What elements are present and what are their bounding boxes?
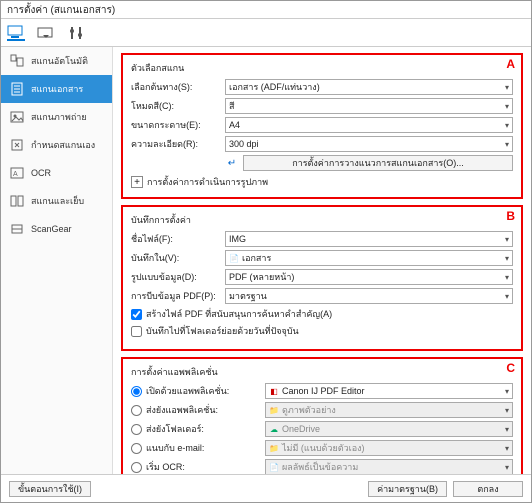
- tab-scan-from-panel-icon[interactable]: [37, 25, 55, 41]
- instructions-button[interactable]: ขั้นตอนการใช้(I): [9, 481, 91, 497]
- photo-icon: [9, 109, 25, 125]
- sidebar-label: ScanGear: [31, 224, 72, 234]
- onedrive-icon: ☁: [269, 424, 279, 434]
- data-format-select[interactable]: PDF (หลายหน้า)▾: [225, 269, 513, 285]
- open-with-label: เปิดด้วยแอพพลิเคชั่น:: [146, 384, 229, 398]
- format-label: รูปแบบข้อมูล(D):: [131, 270, 221, 284]
- panel-scan-options: A ตัวเลือกสแกน เลือกต้นทาง(S): เอกสาร (A…: [121, 53, 523, 199]
- expand-label: การตั้งค่าการดำเนินการรูปภาพ: [147, 175, 268, 189]
- tab-general-settings-icon[interactable]: [67, 25, 85, 41]
- orientation-settings-button[interactable]: การตั้งค่าการวางแนวการสแกนเอกสาร(O)...: [243, 155, 513, 171]
- size-label: ขนาดกระดาษ(E):: [131, 118, 221, 132]
- pdf-compression-select[interactable]: มาตรฐาน▾: [225, 288, 513, 304]
- orientation-icon: ↵: [225, 158, 239, 169]
- save-subfolder-label: บันทึกไปที่โฟลเดอร์ย่อยด้วยวันที่ปัจจุบั…: [146, 324, 299, 338]
- pdfcomp-label: การบีบข้อมูล PDF(P):: [131, 289, 221, 303]
- searchable-pdf-checkbox[interactable]: [131, 309, 142, 320]
- panel-b-title: บันทึกการตั้งค่า: [131, 213, 513, 227]
- send-to-app-select: 📁ดูภาพตัวอย่าง▾: [265, 402, 513, 418]
- text-icon: 📄: [269, 462, 279, 472]
- document-icon: [9, 81, 25, 97]
- sidebar-item-scangear[interactable]: ScanGear: [1, 215, 112, 243]
- scangear-icon: [9, 221, 25, 237]
- savein-select[interactable]: 📄เอกสาร▾: [225, 250, 513, 266]
- tab-scan-from-pc-icon[interactable]: [7, 25, 25, 41]
- send-to-app-label: ส่งยังแอพพลิเคชั่น:: [146, 403, 218, 417]
- auto-icon: [9, 53, 25, 69]
- ok-button[interactable]: ตกลง: [453, 481, 523, 497]
- savein-label: บันทึกใน(V):: [131, 251, 221, 265]
- filename-combo[interactable]: IMG▾: [225, 231, 513, 247]
- sidebar-item-photo[interactable]: สแกนภาพถ่าย: [1, 103, 112, 131]
- sidebar: สแกนอัตโนมัติ สแกนเอกสาร สแกนภาพถ่าย กำห…: [1, 47, 113, 474]
- app-icon: ◧: [269, 386, 279, 396]
- folder-yellow-icon: 📁: [269, 405, 279, 415]
- searchable-pdf-label: สร้างไฟล์ PDF ที่สนับสนุนการค้นหาคำสำคัญ…: [146, 307, 332, 321]
- window-title: การตั้งค่า (สแกนเอกสาร): [7, 5, 115, 16]
- resolution-label: ความละเอียด(R):: [131, 137, 221, 151]
- folder-icon: 📄: [229, 253, 239, 263]
- toolbar: [1, 19, 531, 47]
- sidebar-item-auto[interactable]: สแกนอัตโนมัติ: [1, 47, 112, 75]
- sidebar-label: สแกนอัตโนมัติ: [31, 54, 88, 68]
- sidebar-label: กำหนดสแกนเอง: [31, 138, 95, 152]
- resolution-select[interactable]: 300 dpi▾: [225, 136, 513, 152]
- sidebar-label: สแกนเอกสาร: [31, 82, 83, 96]
- panel-letter-b: B: [506, 209, 515, 223]
- panel-c-title: การตั้งค่าแอพพลิเคชั่น: [131, 365, 513, 379]
- defaults-button[interactable]: ค่ามาตรฐาน(B): [368, 481, 447, 497]
- panel-letter-c: C: [506, 361, 515, 375]
- send-to-folder-radio[interactable]: [131, 424, 142, 435]
- start-ocr-radio[interactable]: [131, 462, 142, 473]
- main-content: A ตัวเลือกสแกน เลือกต้นทาง(S): เอกสาร (A…: [113, 47, 531, 474]
- save-subfolder-date-checkbox[interactable]: [131, 326, 142, 337]
- folder-yellow-icon: 📁: [269, 443, 279, 453]
- panel-letter-a: A: [506, 57, 515, 71]
- sidebar-item-document[interactable]: สแกนเอกสาร: [1, 75, 112, 103]
- open-with-app-select[interactable]: ◧Canon IJ PDF Editor▾: [265, 383, 513, 399]
- panel-save-settings: B บันทึกการตั้งค่า ชื่อไฟล์(F): IMG▾ บัน…: [121, 205, 523, 351]
- send-to-app-radio[interactable]: [131, 405, 142, 416]
- color-mode-select[interactable]: สี▾: [225, 98, 513, 114]
- send-to-folder-label: ส่งยังโฟลเดอร์:: [146, 422, 204, 436]
- stitch-icon: [9, 193, 25, 209]
- sidebar-label: OCR: [31, 168, 51, 178]
- source-label: เลือกต้นทาง(S):: [131, 80, 221, 94]
- footer: ขั้นตอนการใช้(I) ค่ามาตรฐาน(B) ตกลง: [1, 474, 531, 502]
- attach-email-label: แนบกับ e-mail:: [146, 441, 204, 455]
- send-to-folder-select: ☁OneDrive▾: [265, 421, 513, 437]
- attach-email-select: 📁ไม่มี (แนบด้วยตัวเอง)▾: [265, 440, 513, 456]
- sidebar-item-ocr[interactable]: A OCR: [1, 159, 112, 187]
- custom-icon: [9, 137, 25, 153]
- expand-image-processing-button[interactable]: +: [131, 176, 143, 188]
- ocr-icon: A: [9, 165, 25, 181]
- open-with-app-radio[interactable]: [131, 386, 142, 397]
- sidebar-item-custom[interactable]: กำหนดสแกนเอง: [1, 131, 112, 159]
- sidebar-item-stitch[interactable]: สแกนและเย็บ: [1, 187, 112, 215]
- start-ocr-label: เริ่ม OCR:: [146, 460, 185, 474]
- color-label: โหมดสี(C):: [131, 99, 221, 113]
- attach-email-radio[interactable]: [131, 443, 142, 454]
- svg-text:A: A: [13, 171, 18, 178]
- sidebar-label: สแกนและเย็บ: [31, 194, 84, 208]
- sidebar-label: สแกนภาพถ่าย: [31, 110, 87, 124]
- panel-a-title: ตัวเลือกสแกน: [131, 61, 513, 75]
- panel-app-settings: C การตั้งค่าแอพพลิเคชั่น เปิดด้วยแอพพลิเ…: [121, 357, 523, 474]
- title-bar: การตั้งค่า (สแกนเอกสาร): [1, 1, 531, 19]
- settings-window: การตั้งค่า (สแกนเอกสาร) สแกนอัตโนมัติ สแ…: [0, 0, 532, 503]
- paper-size-select[interactable]: A4▾: [225, 117, 513, 133]
- source-select[interactable]: เอกสาร (ADF/แท่นวาง)▾: [225, 79, 513, 95]
- filename-label: ชื่อไฟล์(F):: [131, 232, 221, 246]
- start-ocr-select: 📄ผลลัพธ์เป็นข้อความ▾: [265, 459, 513, 474]
